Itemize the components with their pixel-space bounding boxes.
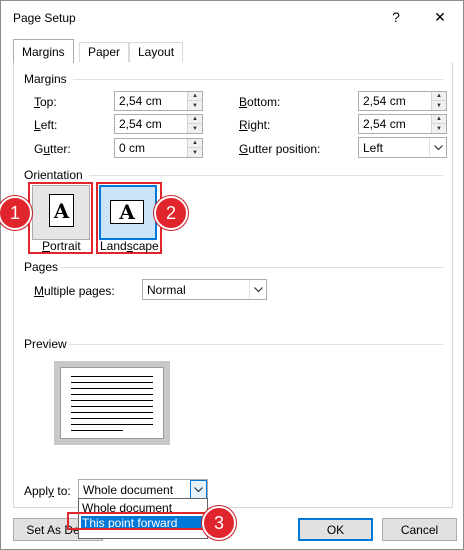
multiple-pages-value: Normal bbox=[147, 283, 186, 297]
tab-label: Layout bbox=[138, 45, 175, 59]
badge-number: 3 bbox=[213, 512, 224, 533]
preview-text-line bbox=[71, 400, 153, 401]
apply-to-select[interactable]: Whole document bbox=[78, 479, 208, 500]
bottom-label: Bottom: bbox=[239, 95, 281, 109]
tab-margins[interactable]: Margins bbox=[13, 39, 74, 63]
badge-number: 2 bbox=[165, 202, 176, 223]
tab-label: Paper bbox=[88, 45, 121, 59]
close-icon: ✕ bbox=[434, 8, 446, 25]
spin-up-icon[interactable]: ▲ bbox=[432, 115, 446, 124]
spin-down-icon[interactable]: ▼ bbox=[432, 101, 446, 110]
chevron-down-icon[interactable] bbox=[190, 480, 207, 499]
portrait-page-icon: A bbox=[49, 194, 74, 227]
left-margin-value: 2,54 cm bbox=[119, 117, 162, 131]
right-margin-spinner[interactable]: 2,54 cm ▲ ▼ bbox=[358, 114, 447, 134]
multiple-pages-label: Multiple pages: bbox=[34, 284, 115, 298]
gutter-label: Gutter: bbox=[34, 142, 71, 156]
gutter-value: 0 cm bbox=[119, 141, 146, 155]
preview-text-line bbox=[71, 376, 153, 377]
portrait-button[interactable]: A bbox=[32, 185, 90, 240]
chevron-down-icon[interactable] bbox=[429, 138, 446, 157]
gutter-position-label: Gutter position: bbox=[239, 142, 321, 156]
spin-down-icon[interactable]: ▼ bbox=[432, 124, 446, 133]
gutter-spinner[interactable]: 0 cm ▲ ▼ bbox=[114, 138, 203, 158]
ok-button[interactable]: OK bbox=[298, 518, 373, 541]
preview-text-line bbox=[71, 418, 153, 419]
tab-layout[interactable]: Layout bbox=[129, 42, 184, 63]
right-label: Right: bbox=[239, 118, 271, 132]
preview-text-line bbox=[71, 388, 153, 389]
preview-frame bbox=[54, 361, 170, 445]
spin-down-icon[interactable]: ▼ bbox=[188, 124, 202, 133]
section-divider bbox=[89, 175, 443, 176]
dialog-title: Page Setup bbox=[13, 11, 76, 25]
close-button[interactable]: ✕ bbox=[425, 5, 455, 29]
spin-up-icon[interactable]: ▲ bbox=[188, 92, 202, 101]
section-divider bbox=[69, 344, 443, 345]
preview-text-line bbox=[71, 412, 153, 413]
page-glyph: A bbox=[119, 200, 135, 224]
portrait-label: Portrait bbox=[42, 239, 81, 253]
bottom-margin-spinner[interactable]: 2,54 cm ▲ ▼ bbox=[358, 91, 447, 111]
top-label: Top: bbox=[34, 95, 57, 109]
spin-up-icon[interactable]: ▲ bbox=[432, 92, 446, 101]
top-margin-value: 2,54 cm bbox=[119, 94, 162, 108]
help-icon: ? bbox=[392, 9, 400, 25]
right-margin-value: 2,54 cm bbox=[363, 117, 406, 131]
section-divider bbox=[73, 79, 443, 80]
preview-text-line bbox=[71, 430, 123, 431]
preview-text-line bbox=[71, 394, 153, 395]
chevron-down-icon[interactable] bbox=[249, 280, 266, 299]
spin-down-icon[interactable]: ▼ bbox=[188, 148, 202, 157]
multiple-pages-select[interactable]: Normal bbox=[142, 279, 267, 300]
page-glyph: A bbox=[53, 198, 70, 223]
cancel-button[interactable]: Cancel bbox=[382, 518, 457, 541]
preview-text-line bbox=[71, 424, 153, 425]
left-label: Left: bbox=[34, 118, 58, 132]
spin-up-icon[interactable]: ▲ bbox=[188, 115, 202, 124]
section-divider bbox=[61, 267, 443, 268]
page-setup-dialog: Page Setup ? ✕ Margins Paper Layout Marg… bbox=[0, 0, 464, 550]
button-label: Cancel bbox=[400, 522, 439, 537]
annotation-badge-2: 2 bbox=[154, 196, 188, 230]
apply-to-label: Apply to: bbox=[24, 484, 71, 498]
spin-down-icon[interactable]: ▼ bbox=[188, 101, 202, 110]
preview-section-label: Preview bbox=[24, 337, 67, 351]
landscape-label: Landscape bbox=[100, 239, 159, 253]
landscape-page-icon: A bbox=[110, 200, 144, 224]
gutter-position-select[interactable]: Left bbox=[358, 137, 447, 158]
apply-to-value: Whole document bbox=[83, 483, 174, 497]
badge-number: 1 bbox=[9, 202, 20, 223]
left-margin-spinner[interactable]: 2,54 cm ▲ ▼ bbox=[114, 114, 203, 134]
dropdown-highlight-box bbox=[67, 512, 205, 530]
preview-page bbox=[60, 367, 164, 439]
top-margin-spinner[interactable]: 2,54 cm ▲ ▼ bbox=[114, 91, 203, 111]
tab-label: Margins bbox=[22, 45, 65, 59]
landscape-button[interactable]: A bbox=[99, 185, 157, 240]
bottom-margin-value: 2,54 cm bbox=[363, 94, 406, 108]
margins-section-label: Margins bbox=[24, 72, 67, 86]
spin-up-icon[interactable]: ▲ bbox=[188, 139, 202, 148]
pages-section-label: Pages bbox=[24, 260, 59, 274]
help-button[interactable]: ? bbox=[381, 5, 411, 29]
button-label: OK bbox=[326, 522, 345, 537]
gutter-position-value: Left bbox=[363, 141, 384, 155]
orientation-section-label: Orientation bbox=[24, 168, 83, 182]
annotation-badge-3: 3 bbox=[202, 506, 236, 540]
preview-text-line bbox=[71, 382, 153, 383]
preview-text-line bbox=[71, 406, 153, 407]
tab-paper[interactable]: Paper bbox=[79, 42, 130, 63]
